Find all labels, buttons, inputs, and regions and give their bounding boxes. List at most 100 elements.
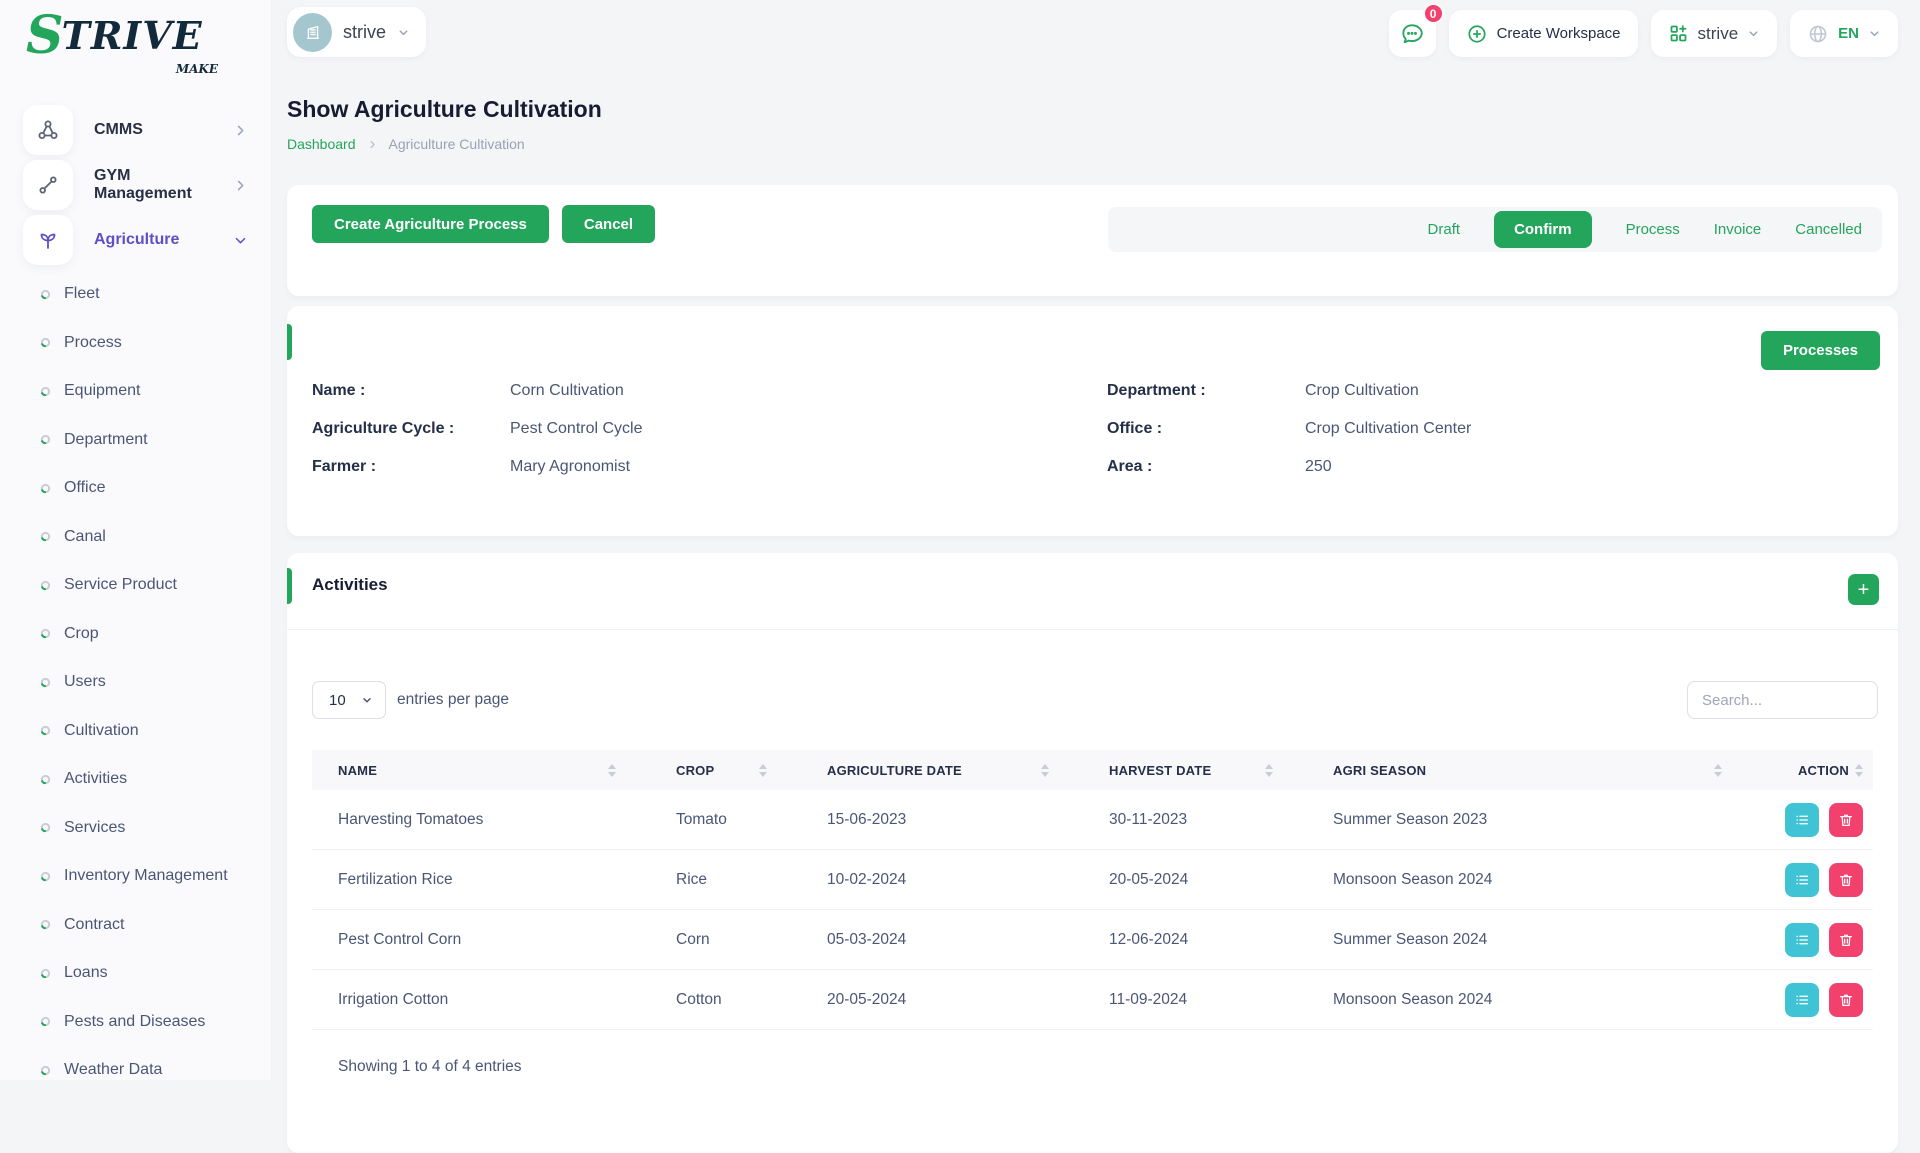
- cell-actions: [1756, 790, 1873, 849]
- cell-agri-season: Summer Season 2024: [1307, 910, 1756, 969]
- sidebar-item-gym-management[interactable]: GYM Management: [23, 160, 262, 210]
- column-header-crop[interactable]: CROP: [650, 750, 801, 790]
- cell-name: Irrigation Cotton: [312, 970, 650, 1029]
- table-row: Irrigation Cotton Cotton 20-05-2024 11-0…: [312, 970, 1873, 1030]
- sidebar-item-cultivation[interactable]: Cultivation: [23, 707, 262, 756]
- create-agriculture-process-button[interactable]: Create Agriculture Process: [312, 205, 549, 243]
- plus-circle-icon: [1466, 23, 1488, 45]
- cell-agri-season: Summer Season 2023: [1307, 790, 1756, 849]
- cell-crop: Rice: [650, 850, 801, 909]
- view-details-button[interactable]: [1785, 863, 1819, 897]
- sidebar-item-office[interactable]: Office: [23, 464, 262, 513]
- sidebar-item-label: Contract: [64, 916, 124, 934]
- bullet-icon: [40, 628, 51, 639]
- sidebar-item-label: Crop: [64, 625, 99, 643]
- column-header-agriculture-date[interactable]: AGRICULTURE DATE: [801, 750, 1083, 790]
- sidebar-item-service-product[interactable]: Service Product: [23, 561, 262, 610]
- field-value: Mary Agronomist: [510, 456, 630, 478]
- sort-icon: [759, 764, 767, 777]
- topbar-actions: 0 Create Workspace strive EN: [1389, 10, 1898, 57]
- bullet-icon: [40, 725, 51, 736]
- company-selector[interactable]: strive: [287, 7, 426, 57]
- column-header-action[interactable]: ACTION: [1756, 750, 1873, 790]
- delete-button[interactable]: [1829, 923, 1863, 957]
- sidebar-item-contract[interactable]: Contract: [23, 901, 262, 950]
- sidebar-item-department[interactable]: Department: [23, 416, 262, 465]
- sidebar-item-label: Process: [64, 334, 122, 352]
- sidebar-item-services[interactable]: Services: [23, 804, 262, 853]
- delete-button[interactable]: [1829, 863, 1863, 897]
- sidebar-item-inventory-management[interactable]: Inventory Management: [23, 852, 262, 901]
- column-header-harvest-date[interactable]: HARVEST DATE: [1083, 750, 1307, 790]
- sidebar-item-weather-data[interactable]: Weather Data: [23, 1046, 262, 1095]
- column-header-name[interactable]: NAME: [312, 750, 650, 790]
- chevron-down-icon: [397, 26, 410, 39]
- bullet-icon: [40, 386, 51, 397]
- sidebar-item-users[interactable]: Users: [23, 658, 262, 707]
- view-details-button[interactable]: [1785, 983, 1819, 1017]
- chevron-right-icon: [233, 178, 248, 193]
- breadcrumb-dashboard-link[interactable]: Dashboard: [287, 136, 356, 152]
- agriculture-submenu: Fleet Process Equipment Department Offic…: [23, 270, 262, 1095]
- detail-field-name: Name : Corn Cultivation: [312, 380, 643, 402]
- sidebar-item-equipment[interactable]: Equipment: [23, 367, 262, 416]
- tab-process[interactable]: Process: [1626, 221, 1680, 238]
- chevron-down-icon: [233, 233, 248, 248]
- table-header-row: NAME CROP AGRICULTURE DATE HARVEST DATE …: [312, 750, 1873, 790]
- details-left-column: Name : Corn Cultivation Agriculture Cycl…: [312, 380, 643, 494]
- column-header-agri-season[interactable]: AGRI SEASON: [1307, 750, 1756, 790]
- chevron-down-icon: [1747, 27, 1760, 40]
- sidebar-item-pests-and-diseases[interactable]: Pests and Diseases: [23, 998, 262, 1047]
- tab-cancelled[interactable]: Cancelled: [1795, 221, 1862, 238]
- chat-button[interactable]: 0: [1389, 10, 1436, 57]
- sidebar-item-agriculture[interactable]: Agriculture: [23, 215, 262, 265]
- sidebar-item-label: Cultivation: [64, 722, 139, 740]
- search-input[interactable]: [1687, 681, 1878, 719]
- field-label: Office :: [1107, 418, 1305, 440]
- bullet-icon: [40, 871, 51, 882]
- sidebar: STRIVE MAKE CMMS GYM Management: [0, 0, 272, 1080]
- workspace-selector[interactable]: strive: [1651, 10, 1778, 57]
- brand-logo[interactable]: STRIVE MAKE: [26, 10, 226, 74]
- tab-confirm[interactable]: Confirm: [1494, 211, 1592, 248]
- logo-subtext: MAKE: [176, 62, 218, 76]
- language-selector[interactable]: EN: [1790, 10, 1898, 57]
- view-details-button[interactable]: [1785, 923, 1819, 957]
- tab-invoice[interactable]: Invoice: [1714, 221, 1762, 238]
- tab-draft[interactable]: Draft: [1428, 221, 1461, 238]
- cancel-button[interactable]: Cancel: [562, 205, 655, 243]
- field-label: Agriculture Cycle :: [312, 418, 510, 440]
- table-summary: Showing 1 to 4 of 4 entries: [338, 1058, 522, 1076]
- bullet-icon: [40, 968, 51, 979]
- bullet-icon: [40, 531, 51, 542]
- create-workspace-button[interactable]: Create Workspace: [1449, 10, 1638, 57]
- sidebar-item-fleet[interactable]: Fleet: [23, 270, 262, 319]
- field-value: Crop Cultivation: [1305, 380, 1419, 402]
- entries-per-page-label: entries per page: [397, 691, 509, 709]
- breadcrumb: Dashboard Agriculture Cultivation: [287, 136, 525, 152]
- sidebar-item-process[interactable]: Process: [23, 319, 262, 368]
- cell-harvest-date: 20-05-2024: [1083, 850, 1307, 909]
- sidebar-item-canal[interactable]: Canal: [23, 513, 262, 562]
- sidebar-item-loans[interactable]: Loans: [23, 949, 262, 998]
- field-value: Crop Cultivation Center: [1305, 418, 1471, 440]
- processes-button[interactable]: Processes: [1761, 331, 1880, 370]
- cell-actions: [1756, 910, 1873, 969]
- delete-button[interactable]: [1829, 983, 1863, 1017]
- sidebar-item-crop[interactable]: Crop: [23, 610, 262, 659]
- status-tabs: Draft Confirm Process Invoice Cancelled: [1108, 207, 1882, 252]
- detail-field-agriculture-cycle: Agriculture Cycle : Pest Control Cycle: [312, 418, 643, 440]
- cell-name: Harvesting Tomatoes: [312, 790, 650, 849]
- sidebar-item-label: Services: [64, 819, 125, 837]
- cell-harvest-date: 30-11-2023: [1083, 790, 1307, 849]
- add-activity-button[interactable]: +: [1848, 574, 1879, 605]
- sidebar-menu: CMMS GYM Management: [23, 105, 262, 1095]
- create-workspace-label: Create Workspace: [1497, 25, 1621, 42]
- sort-icon: [1041, 764, 1049, 777]
- view-details-button[interactable]: [1785, 803, 1819, 837]
- table-row: Harvesting Tomatoes Tomato 15-06-2023 30…: [312, 790, 1873, 850]
- sidebar-item-activities[interactable]: Activities: [23, 755, 262, 804]
- entries-per-page-select[interactable]: 10: [312, 681, 386, 719]
- delete-button[interactable]: [1829, 803, 1863, 837]
- sidebar-item-cmms[interactable]: CMMS: [23, 105, 262, 155]
